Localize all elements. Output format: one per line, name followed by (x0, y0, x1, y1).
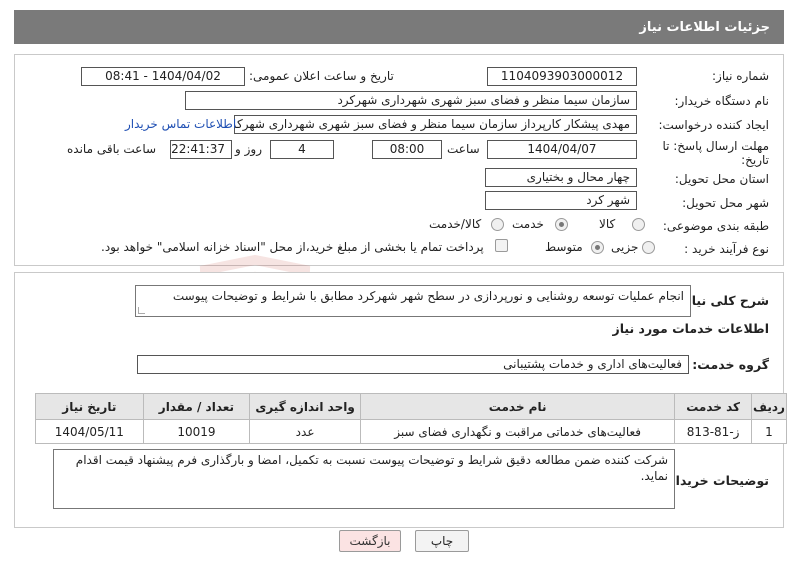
process-label: نوع فرآیند خرید : (684, 242, 769, 256)
announce-datetime-label: تاریخ و ساعت اعلان عمومی: (249, 69, 394, 83)
buyer-notes-label: توضیحات خریدار: (663, 473, 769, 488)
description-label: شرح کلی نیاز: (679, 293, 769, 308)
category-label: طبقه بندی موضوعی: (662, 219, 769, 233)
cell-date: 1404/05/11 (35, 419, 144, 444)
category-radio-goods-service[interactable] (491, 218, 504, 231)
province-label: استان محل تحویل: (674, 172, 769, 186)
buyer-org-field: سازمان سیما منظر و فضای سبز شهری شهرداری… (185, 91, 637, 110)
cell-code: ز-81-813 (674, 419, 752, 444)
table-row: 1 ز-81-813 فعالیت‌های خدماتی مراقبت و نگ… (35, 419, 788, 444)
back-button[interactable]: بازگشت (339, 530, 401, 552)
process-radio-medium[interactable] (591, 241, 604, 254)
col-name-header: نام خدمت (359, 393, 676, 420)
remaining-time-label: ساعت باقی مانده (67, 142, 157, 156)
category-radio-goods[interactable] (632, 218, 645, 231)
category-option-goods: کالا (599, 217, 616, 231)
deadline-time-label: ساعت (447, 142, 480, 156)
city-field: شهر کرد (485, 191, 637, 210)
description-text: انجام عملیات توسعه روشنایی و نورپردازی د… (172, 289, 684, 303)
need-details-panel: شماره نیاز: 1104093903000012 تاریخ و ساع… (14, 54, 784, 266)
treasury-payment-checkbox[interactable] (495, 239, 508, 252)
process-option-medium: متوسط (545, 240, 583, 254)
services-info-title: اطلاعات خدمات مورد نیاز (612, 321, 770, 336)
need-number-label: شماره نیاز: (712, 69, 769, 83)
remaining-days-field: 4 (270, 140, 334, 159)
cell-qty: 10019 (142, 419, 251, 444)
col-date-header: تاریخ نیاز (35, 393, 144, 420)
process-option-minor: جزیی (611, 240, 639, 254)
requester-label: ایجاد کننده درخواست: (658, 118, 769, 132)
province-field: چهار محال و بختیاری (485, 168, 637, 187)
cell-row: 1 (750, 419, 788, 444)
requester-field: مهدی پیشکار کارپرداز سازمان سیما منظر و … (234, 115, 637, 134)
deadline-date-field: 1404/04/07 (487, 140, 637, 159)
remaining-time-field: 22:41:37 (170, 140, 232, 159)
description-field: انجام عملیات توسعه روشنایی و نورپردازی د… (135, 285, 691, 317)
cell-unit: عدد (249, 419, 361, 444)
col-row-header: ردیف (750, 393, 788, 420)
table-header-row: ردیف کد خدمت نام خدمت واحد اندازه گیری ت… (35, 393, 788, 420)
category-option-service: خدمت (512, 217, 544, 231)
process-radio-minor[interactable] (642, 241, 655, 254)
need-number-field: 1104093903000012 (487, 67, 637, 86)
cell-name: فعالیت‌های خدماتی مراقبت و نگهداری فضای … (359, 419, 676, 444)
services-panel: شرح کلی نیاز: انجام عملیات توسعه روشنایی… (14, 272, 788, 528)
deadline-label-line1: مهلت ارسال پاسخ: تا (662, 139, 769, 153)
print-button[interactable]: چاپ (415, 530, 469, 552)
page-title: جزئیات اطلاعات نیاز (639, 20, 770, 35)
buyer-org-label: نام دستگاه خریدار: (674, 94, 770, 108)
buyer-contact-link[interactable]: اطلاعات تماس خریدار (125, 117, 236, 131)
city-label: شهر محل تحویل: (682, 196, 769, 210)
announce-datetime-field: 1404/04/02 - 08:41 (81, 67, 245, 86)
deadline-label-line2: تاریخ: (741, 153, 769, 167)
days-label: روز و (235, 142, 262, 156)
category-option-goods-service: کالا/خدمت (429, 217, 482, 231)
services-table: ردیف کد خدمت نام خدمت واحد اندازه گیری ت… (35, 393, 788, 444)
col-unit-header: واحد اندازه گیری (249, 393, 361, 420)
page-header: جزئیات اطلاعات نیاز (14, 10, 784, 44)
service-group-label: گروه خدمت: (692, 357, 769, 372)
buyer-notes-text: شرکت کننده ضمن مطالعه دقیق شرایط و توضیح… (75, 453, 668, 483)
resize-grip-icon[interactable] (138, 307, 145, 314)
col-qty-header: تعداد / مقدار (142, 393, 251, 420)
deadline-time-field: 08:00 (372, 140, 442, 159)
buyer-notes-field: شرکت کننده ضمن مطالعه دقیق شرایط و توضیح… (53, 449, 675, 509)
service-group-field: فعالیت‌های اداری و خدمات پشتیبانی (137, 355, 689, 374)
category-radio-service[interactable] (555, 218, 568, 231)
treasury-payment-note: پرداخت تمام یا بخشی از مبلغ خرید،از محل … (101, 240, 484, 254)
col-code-header: کد خدمت (674, 393, 752, 420)
